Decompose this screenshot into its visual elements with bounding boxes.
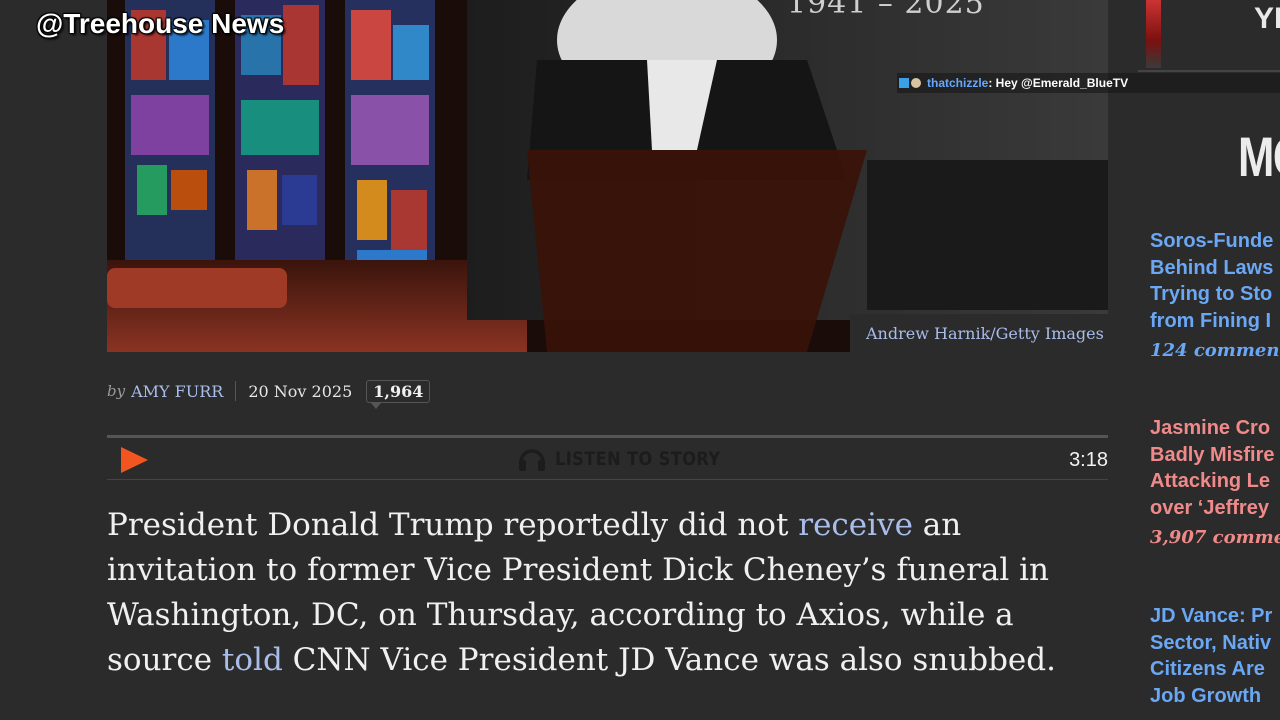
ad-text: YE	[1254, 2, 1280, 35]
publish-date: 20 Nov 2025	[248, 381, 353, 401]
listen-label: LISTEN TO STORY	[555, 448, 721, 470]
byline-divider	[235, 381, 237, 401]
play-icon[interactable]	[121, 447, 148, 473]
story-title[interactable]: Soros-Funde Behind Laws Trying to Sto fr…	[1150, 228, 1280, 334]
article-body: President Donald Trump reportedly did no…	[107, 503, 1108, 683]
paragraph-text: CNN Vice President JD Vance was also snu…	[282, 642, 1056, 678]
author-link[interactable]: AMY FURR	[131, 382, 223, 401]
story-title[interactable]: JD Vance: Pr Sector, Nativ Citizens Are …	[1150, 603, 1280, 709]
photo-credit-bar: Andrew Harnik/Getty Images	[850, 314, 1108, 352]
paragraph-text: President Donald Trump reportedly did no…	[107, 507, 799, 543]
audio-player: LISTEN TO STORY 3:18	[107, 435, 1108, 480]
sidebar-story[interactable]: Jasmine Cro Badly Misfire Attacking Le o…	[1150, 415, 1280, 548]
chat-message: : Hey @Emerald_BlueTV	[988, 76, 1129, 90]
photo-credit: Andrew Harnik/Getty Images	[866, 324, 1104, 343]
chat-badge-icon	[899, 78, 909, 88]
sidebar-divider	[1138, 70, 1280, 72]
told-link[interactable]: told	[222, 642, 283, 678]
channel-watermark: @Treehouse News	[36, 8, 285, 39]
story-title[interactable]: Jasmine Cro Badly Misfire Attacking Le o…	[1150, 415, 1280, 521]
sidebar-story[interactable]: Soros-Funde Behind Laws Trying to Sto fr…	[1150, 228, 1280, 361]
hero-image: 1941 – 2025 Andrew Harnik/Getty Images	[107, 0, 1108, 352]
chat-avatar-icon	[911, 78, 921, 88]
comment-count-badge[interactable]: 1,964	[366, 379, 431, 409]
byline-prefix: by	[107, 382, 126, 400]
receive-link[interactable]: receive	[798, 507, 913, 543]
byline: by AMY FURR 20 Nov 2025 1,964	[107, 378, 431, 409]
sidebar-heading: MO	[1238, 125, 1280, 188]
ad-thumbnail[interactable]	[1146, 0, 1161, 68]
hero-photo	[107, 0, 1108, 352]
headphones-icon	[519, 449, 545, 471]
memorial-years: 1941 – 2025	[787, 0, 985, 21]
article-paragraph: President Donald Trump reportedly did no…	[107, 503, 1108, 683]
sidebar-story[interactable]: JD Vance: Pr Sector, Nativ Citizens Are …	[1150, 603, 1280, 709]
story-comment-count[interactable]: 3,907 comme	[1150, 527, 1280, 548]
listen-to-story[interactable]: LISTEN TO STORY	[517, 446, 750, 472]
audio-duration: 3:18	[1069, 449, 1108, 471]
chat-username: thatchizzle	[927, 76, 989, 90]
story-comment-count[interactable]: 124 commen	[1150, 340, 1280, 361]
right-sidebar: YE MO Soros-Funde Behind Laws Trying to …	[1138, 0, 1280, 720]
chat-overlay: thatchizzle : Hey @Emerald_BlueTV	[897, 73, 1280, 93]
